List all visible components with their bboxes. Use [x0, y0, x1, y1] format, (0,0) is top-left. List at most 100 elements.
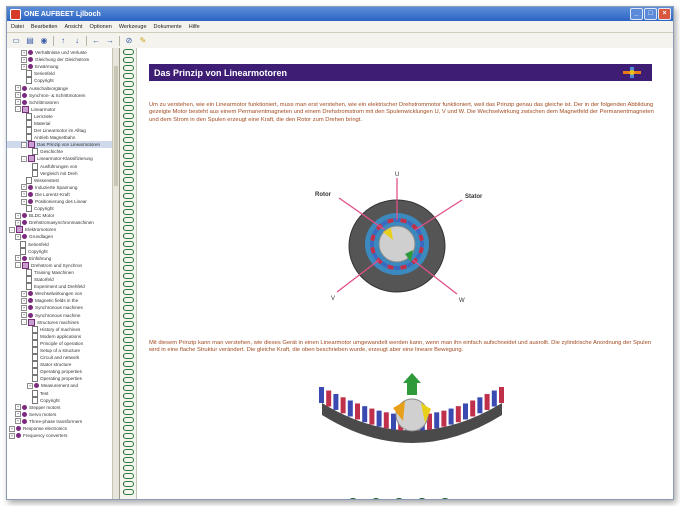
menu-ansicht[interactable]: Ansicht: [64, 24, 82, 30]
tree-item[interactable]: - Linearmotor: [7, 105, 119, 113]
tree-expander-icon[interactable]: -: [21, 319, 27, 326]
tree-item[interactable]: + Synchronous machine: [7, 311, 119, 319]
stop-icon[interactable]: ⊘: [124, 36, 134, 46]
maximize-button[interactable]: □: [644, 8, 657, 20]
tree-item[interactable]: - Drehstrom und Synchron: [7, 261, 119, 269]
tree-item[interactable]: + Einführung: [7, 255, 119, 262]
tree-expander-icon[interactable]: +: [15, 255, 21, 262]
tree-item[interactable]: Copyright: [7, 77, 119, 85]
tree-item[interactable]: Geschichte: [7, 148, 119, 156]
tree-expander-icon[interactable]: +: [15, 219, 21, 226]
print-icon[interactable]: ▤: [25, 36, 35, 46]
options-icon[interactable]: ◉: [39, 36, 49, 46]
tree-item[interactable]: - Elektromotoren: [7, 226, 119, 234]
tree-item[interactable]: + Servo motors: [7, 411, 119, 418]
tree-expander-icon[interactable]: +: [15, 418, 21, 425]
tree-expander-icon[interactable]: +: [21, 49, 27, 56]
tree-item[interactable]: + Three-phase transformers: [7, 418, 119, 425]
tree-expander-icon[interactable]: +: [15, 411, 21, 418]
tree-item[interactable]: + Verhältnisse und Verluste: [7, 49, 119, 56]
tree-expander-icon[interactable]: -: [21, 155, 27, 162]
tree-expander-icon[interactable]: +: [15, 85, 21, 92]
hide-icon[interactable]: ▭: [11, 36, 21, 46]
tree-item[interactable]: + Induzierte Spannung: [7, 184, 119, 191]
tree-item[interactable]: Antrieb Magnetbahn: [7, 134, 119, 142]
tree-item[interactable]: Serienfeld: [7, 240, 119, 248]
tree-item[interactable]: Stator structure: [7, 361, 119, 369]
tree-item[interactable]: Der Linearmotor im Alltag: [7, 127, 119, 135]
menu-datei[interactable]: Datei: [11, 24, 24, 30]
tree-item[interactable]: + Ausschaltvorgänge: [7, 84, 119, 92]
tree-expander-icon[interactable]: +: [21, 184, 27, 191]
tree-item[interactable]: Test: [7, 389, 119, 397]
tree-expander-icon[interactable]: +: [21, 290, 27, 297]
tree-item[interactable]: + Measurement and: [7, 382, 119, 389]
tree-item[interactable]: Principle of operation: [7, 339, 119, 347]
tree-item[interactable]: + Gleichung der Gleichstrom: [7, 56, 119, 63]
down-icon[interactable]: ↓: [72, 36, 82, 46]
tree-expander-icon[interactable]: +: [9, 425, 15, 432]
tree-item[interactable]: + Wechselwirkungen von: [7, 290, 119, 297]
menu-hilfe[interactable]: Hilfe: [189, 24, 200, 30]
tree-item[interactable]: Circuit and network: [7, 354, 119, 362]
tree-item[interactable]: + Positionierung des Linear: [7, 198, 119, 205]
tree-item[interactable]: + BLDC Motor: [7, 212, 119, 219]
forward-icon[interactable]: →: [105, 36, 115, 46]
tree-expander-icon[interactable]: +: [15, 99, 21, 106]
tree-expander-icon[interactable]: +: [27, 382, 33, 389]
tree-item[interactable]: History of machines: [7, 325, 119, 333]
tree-expander-icon[interactable]: +: [21, 297, 27, 304]
tree-item[interactable]: Copyright: [7, 247, 119, 255]
tree-expander-icon[interactable]: +: [9, 432, 15, 439]
menu-optionen[interactable]: Optionen: [90, 24, 112, 30]
tree-expander-icon[interactable]: +: [21, 191, 27, 198]
nav-button-5[interactable]: 5: [439, 498, 451, 499]
tree-scrollbar[interactable]: [112, 48, 119, 499]
nav-button-3[interactable]: 3: [393, 498, 405, 499]
minimize-button[interactable]: _: [630, 8, 643, 20]
tree-expander-icon[interactable]: -: [15, 262, 21, 269]
tree-item[interactable]: Lernziele: [7, 112, 119, 120]
tree-item[interactable]: Serienfeld: [7, 70, 119, 78]
tree-item[interactable]: - Structures machines: [7, 318, 119, 326]
tree-item[interactable]: + Stepper motors: [7, 404, 119, 411]
tree-item[interactable]: Modern applications: [7, 332, 119, 340]
tree-expander-icon[interactable]: +: [21, 198, 27, 205]
tree-scroll-thumb[interactable]: [114, 66, 118, 186]
tree-item[interactable]: Material: [7, 119, 119, 127]
tree-item[interactable]: Training Maschinen: [7, 268, 119, 276]
highlight-icon[interactable]: ✎: [138, 36, 148, 46]
tree-item[interactable]: + Grundlagen: [7, 233, 119, 240]
tree-item[interactable]: Wissenstest: [7, 176, 119, 184]
tree-expander-icon[interactable]: -: [15, 106, 21, 113]
tree-expander-icon[interactable]: +: [15, 92, 21, 99]
tree-expander-icon[interactable]: +: [21, 63, 27, 70]
nav-button-4[interactable]: 4: [416, 498, 428, 499]
close-button[interactable]: ×: [658, 8, 671, 20]
tree-item[interactable]: + Die Lorentz-Kraft: [7, 191, 119, 198]
tree-item[interactable]: Vergleich mit Dreh: [7, 169, 119, 177]
tree-item[interactable]: + Magnetic fields in the: [7, 297, 119, 304]
nav-button-1[interactable]: 1: [347, 498, 359, 499]
tree-expander-icon[interactable]: +: [21, 312, 27, 319]
tree-item[interactable]: Copyright: [7, 205, 119, 213]
tree-item[interactable]: - Linearmotor-Klassifizierung: [7, 155, 119, 163]
tree-expander-icon[interactable]: -: [9, 226, 15, 233]
menu-bearbeiten[interactable]: Bearbeiten: [31, 24, 58, 30]
tree-item[interactable]: Operating properties: [7, 368, 119, 376]
tree-item[interactable]: + Synchronous machines: [7, 304, 119, 311]
tree-item[interactable]: + Response electronics: [7, 425, 119, 432]
tree-item[interactable]: - Das Prinzip von Linearmotoren: [7, 141, 119, 149]
back-icon[interactable]: ←: [91, 36, 101, 46]
tree-expander-icon[interactable]: +: [21, 304, 27, 311]
tree-item[interactable]: + Schrittmotoren: [7, 99, 119, 106]
tree-expander-icon[interactable]: -: [21, 141, 27, 148]
tree-item[interactable]: + Erwärmung: [7, 63, 119, 70]
tree-item[interactable]: Statorfeld: [7, 276, 119, 284]
tree-expander-icon[interactable]: +: [15, 233, 21, 240]
tree-item[interactable]: Ausführungen von: [7, 162, 119, 170]
tree-item[interactable]: Operating properties: [7, 375, 119, 383]
tree-item[interactable]: + Drehstromasynchronmaschinen: [7, 219, 119, 226]
up-icon[interactable]: ↑: [58, 36, 68, 46]
menu-dokumente[interactable]: Dokumente: [154, 24, 182, 30]
